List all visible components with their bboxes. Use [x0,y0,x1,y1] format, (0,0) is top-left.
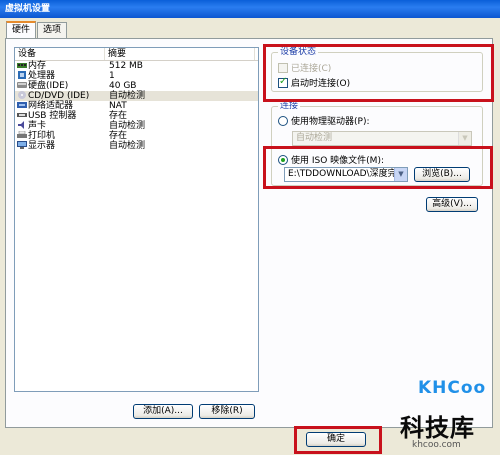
device-cell: 处理器 [15,70,105,81]
device-cell: 网络适配器 [15,101,105,111]
device-summary: 自动检测 [109,121,146,131]
device-summary: 40 GB [109,81,137,91]
chevron-down-icon[interactable]: ▼ [458,132,471,145]
column-device[interactable]: 设备 [15,48,105,60]
physical-drive-select[interactable]: 自动检测 ▼ [292,131,472,146]
column-summary[interactable]: 摘要 [105,48,255,60]
advanced-button[interactable]: 高级(V)... [426,197,478,212]
device-summary: NAT [109,101,127,111]
device-row[interactable]: 打印机 存在 [15,130,258,141]
tab-strip: 硬件 选项 [6,21,68,39]
device-name: 网络适配器 [28,101,74,111]
device-row[interactable]: USB 控制器 存在 [15,111,258,121]
tab-hardware[interactable]: 硬件 [6,21,37,39]
device-summary: 存在 [109,111,128,121]
watermark-url: khcoo.com [412,440,461,450]
device-cell: 显示器 [15,140,105,152]
watermark-name: 科技库 [400,414,475,442]
device-cell: 打印机 [15,130,105,141]
tab-options[interactable]: 选项 [37,22,68,38]
device-name: 声卡 [28,121,47,131]
device-name: 内存 [28,61,47,71]
device-summary: 1 [109,71,115,81]
device-row[interactable]: 声卡 自动检测 [15,120,258,131]
device-cell: CD/DVD (IDE) [15,90,105,101]
device-cell: 声卡 [15,120,105,131]
physical-drive-radio-button[interactable] [278,115,288,126]
device-row[interactable]: 处理器 1 [15,70,258,81]
device-row[interactable]: 显示器 自动检测 [15,140,258,152]
device-row[interactable]: 网络适配器 NAT [15,101,258,111]
device-summary: 512 MB [109,61,143,71]
device-cell: USB 控制器 [15,111,105,121]
device-list[interactable]: 设备 摘要 内存 512 MB 处理器 1 硬盘(IDE) 40 GB CD/DVD (ID… [14,47,259,392]
device-summary: 自动检测 [109,91,146,101]
device-name: 显示器 [28,141,56,151]
device-summary: 自动检测 [109,141,146,151]
highlight-iso-image [263,146,493,189]
device-name: USB 控制器 [28,111,77,121]
physical-drive-radio[interactable]: 使用物理驱动器(P): [278,114,369,127]
device-list-header: 设备 摘要 [15,48,258,61]
watermark-logo: KHCoo [418,378,486,398]
remove-device-button[interactable]: 移除(R) [199,404,255,419]
device-row[interactable]: CD/DVD (IDE) 自动检测 [15,90,258,101]
highlight-ok-button [294,426,382,454]
device-summary: 存在 [109,131,128,141]
device-cell: 内存 [15,61,105,71]
device-row[interactable]: 内存 512 MB [15,61,258,71]
device-cell: 硬盘(IDE) [15,81,105,91]
device-name: 硬盘(IDE) [28,81,69,91]
window-title: 虚拟机设置 [0,0,500,18]
add-device-button[interactable]: 添加(A)... [133,404,193,419]
device-row[interactable]: 硬盘(IDE) 40 GB [15,81,258,91]
watermark-brand: KHCoo [418,378,487,398]
device-name: 打印机 [28,131,56,141]
display-icon [17,140,28,152]
device-name: 处理器 [28,71,56,81]
physical-drive-label: 使用物理驱动器(P): [291,117,370,127]
physical-drive-value: 自动检测 [296,133,333,143]
device-name: CD/DVD (IDE) [28,91,90,101]
connection-legend: 连接 [278,101,301,112]
highlight-device-status [263,44,494,102]
